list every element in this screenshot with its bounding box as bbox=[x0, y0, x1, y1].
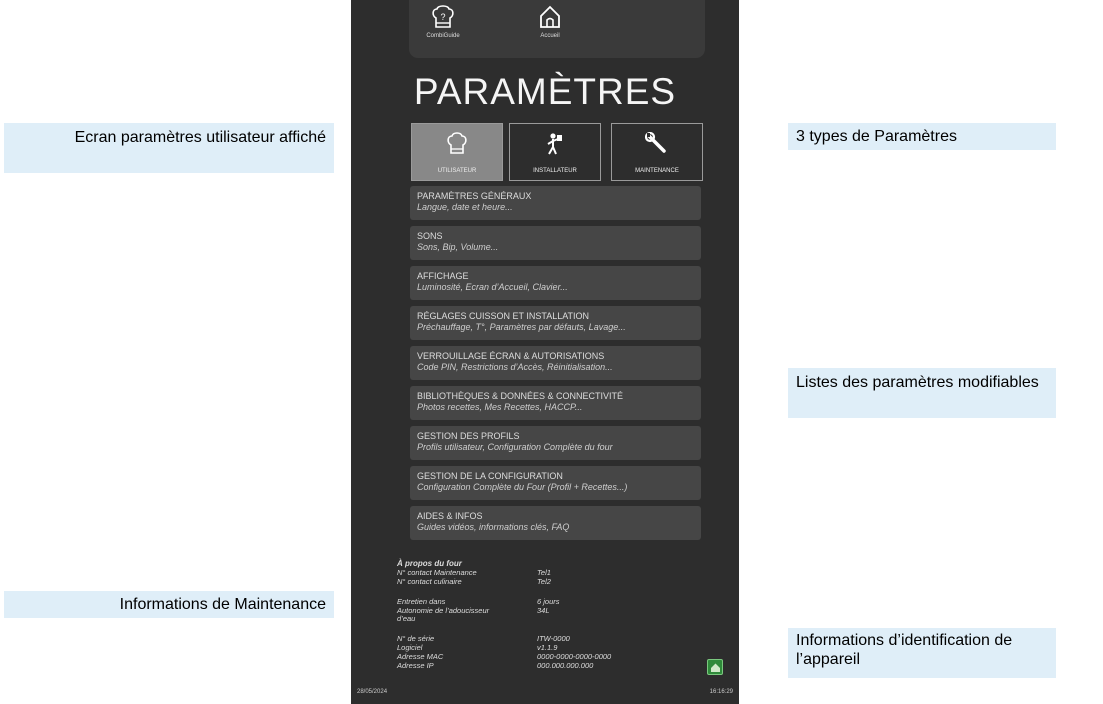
wrench-icon bbox=[645, 132, 666, 153]
info-label: N° de série bbox=[397, 633, 435, 643]
home-status-button[interactable] bbox=[707, 659, 723, 675]
home-icon bbox=[710, 663, 720, 672]
tab-user-label: UTILISATEUR bbox=[437, 168, 477, 174]
installer-icon bbox=[547, 133, 562, 155]
page-title: PARAMÈTRES bbox=[413, 71, 677, 112]
info-label: Autonomie de l’adoucisseur d’eau bbox=[397, 605, 490, 623]
item-title: GESTION DE LA CONFIGURATION bbox=[417, 471, 563, 481]
info-row: Adresse IP 000.000.000.000 bbox=[397, 660, 717, 671]
item-title: VERROUILLAGE ÉCRAN & AUTORISATIONS bbox=[417, 351, 605, 361]
callout-settings-types: 3 types de Paramètres bbox=[788, 123, 1056, 150]
info-value: 6 jours bbox=[537, 596, 560, 606]
settings-item-general[interactable]: PARAMÈTRES GÉNÉRAUX Langue, date et heur… bbox=[410, 186, 701, 220]
item-title: PARAMÈTRES GÉNÉRAUX bbox=[417, 191, 532, 201]
item-subtitle: Sons, Bip, Volume... bbox=[417, 242, 499, 252]
info-label: N° contact culinaire bbox=[397, 576, 462, 586]
callout-device-identification: Informations d’identification de l’appar… bbox=[788, 628, 1056, 678]
info-value: v1.1.9 bbox=[537, 642, 558, 652]
item-title: AIDES & INFOS bbox=[417, 511, 483, 521]
item-title: RÉGLAGES CUISSON ET INSTALLATION bbox=[417, 311, 590, 321]
settings-item-display[interactable]: AFFICHAGE Luminosité, Ecran d’Accueil, C… bbox=[410, 266, 701, 300]
item-subtitle: Photos recettes, Mes Recettes, HACCP... bbox=[417, 402, 583, 412]
callout-settings-list: Listes des paramètres modifiables bbox=[788, 368, 1056, 418]
item-subtitle: Préchauffage, T°, Paramètres par défauts… bbox=[417, 322, 626, 332]
item-title: AFFICHAGE bbox=[417, 271, 469, 281]
item-title: BIBLIOTHÈQUES & DONNÉES & CONNECTIVITÉ bbox=[417, 391, 624, 401]
tab-installer-label: INSTALLATEUR bbox=[533, 168, 577, 174]
tab-maintenance[interactable]: MAINTENANCE bbox=[611, 123, 703, 181]
settings-item-lock[interactable]: VERROUILLAGE ÉCRAN & AUTORISATIONS Code … bbox=[410, 346, 701, 380]
item-subtitle: Configuration Complète du Four (Profil +… bbox=[417, 482, 628, 492]
info-value: Tel2 bbox=[537, 576, 551, 586]
settings-item-libraries[interactable]: BIBLIOTHÈQUES & DONNÉES & CONNECTIVITÉ P… bbox=[410, 386, 701, 420]
settings-item-help[interactable]: AIDES & INFOS Guides vidéos, information… bbox=[410, 506, 701, 540]
svg-text:?: ? bbox=[440, 12, 445, 22]
settings-item-cooking[interactable]: RÉGLAGES CUISSON ET INSTALLATION Préchau… bbox=[410, 306, 701, 340]
home-icon bbox=[540, 5, 560, 28]
tab-maintenance-label: MAINTENANCE bbox=[635, 168, 679, 174]
item-subtitle: Code PIN, Restrictions d’Accès, Réinitia… bbox=[417, 362, 613, 372]
info-label: Adresse MAC bbox=[397, 651, 444, 661]
home-label: Accueil bbox=[540, 33, 560, 39]
callout-maintenance-info: Informations de Maintenance bbox=[4, 591, 334, 618]
item-subtitle: Langue, date et heure... bbox=[417, 202, 513, 212]
home-button[interactable]: Accueil bbox=[522, 4, 578, 52]
info-row: N° contact culinaire Tel2 bbox=[397, 576, 717, 587]
status-date: 28/05/2024 bbox=[357, 689, 388, 695]
info-value: 0000-0000-0000-0000 bbox=[537, 651, 612, 661]
item-title: SONS bbox=[417, 231, 443, 241]
info-row: N° de série ITW-0000 bbox=[397, 633, 717, 644]
item-subtitle: Guides vidéos, informations clés, FAQ bbox=[417, 522, 570, 532]
chef-hat-question-icon: ? bbox=[432, 5, 454, 28]
info-label: Logiciel bbox=[397, 642, 423, 652]
status-time: 16:16:29 bbox=[709, 689, 733, 695]
info-value: 000.000.000.000 bbox=[537, 660, 594, 670]
about-oven-panel: À propos du four N° contact Maintenance … bbox=[397, 559, 717, 671]
info-value: ITW-0000 bbox=[537, 633, 570, 643]
item-subtitle: Profils utilisateur, Configuration Compl… bbox=[417, 442, 613, 452]
settings-item-profiles[interactable]: GESTION DES PROFILS Profils utilisateur,… bbox=[410, 426, 701, 460]
top-bar: ? CombiGuide Accueil bbox=[409, 0, 705, 58]
combiguide-button[interactable]: ? CombiGuide bbox=[415, 4, 471, 52]
oven-settings-screen: ? CombiGuide Accueil PARAMÈTRES UTILISAT… bbox=[351, 0, 739, 704]
info-label: Adresse IP bbox=[397, 660, 434, 670]
tab-user[interactable]: UTILISATEUR bbox=[411, 123, 503, 181]
info-label: Entretien dans bbox=[397, 596, 446, 606]
info-label: N° contact Maintenance bbox=[397, 567, 477, 577]
item-subtitle: Luminosité, Ecran d’Accueil, Clavier... bbox=[417, 282, 568, 292]
combiguide-label: CombiGuide bbox=[426, 33, 460, 39]
item-title: GESTION DES PROFILS bbox=[417, 431, 520, 441]
callout-user-settings-screen: Ecran paramètres utilisateur affiché bbox=[4, 123, 334, 173]
tab-installer[interactable]: INSTALLATEUR bbox=[509, 123, 601, 181]
settings-item-sounds[interactable]: SONS Sons, Bip, Volume... bbox=[410, 226, 701, 260]
settings-list: PARAMÈTRES GÉNÉRAUX Langue, date et heur… bbox=[410, 186, 701, 546]
chef-hat-icon bbox=[447, 132, 467, 154]
settings-item-configuration[interactable]: GESTION DE LA CONFIGURATION Configuratio… bbox=[410, 466, 701, 500]
info-row: Autonomie de l’adoucisseur d’eau 34L bbox=[397, 605, 717, 624]
info-value: Tel1 bbox=[537, 567, 551, 577]
info-value: 34L bbox=[537, 605, 550, 615]
